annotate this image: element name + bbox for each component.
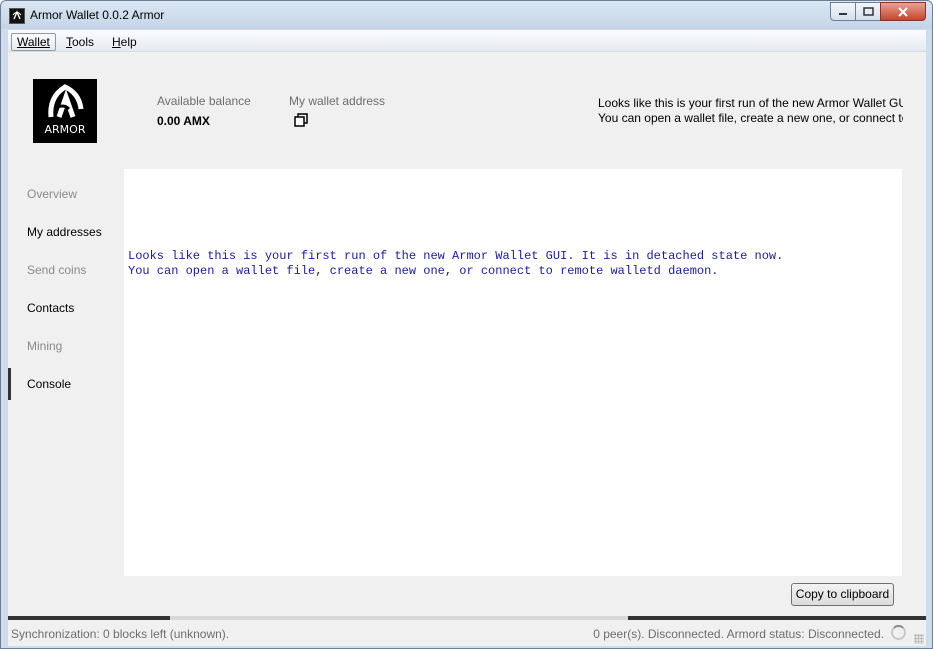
sidebar-item-overview[interactable]: Overview xyxy=(27,187,77,201)
armor-logo-icon xyxy=(9,8,25,24)
sidebar-selection-indicator xyxy=(8,368,11,400)
console-output[interactable]: Looks like this is your first run of the… xyxy=(124,169,902,576)
menu-bar: Wallet Tools Help xyxy=(8,30,926,52)
main-window-client: Wallet Tools Help ARMOR Available balanc… xyxy=(8,30,926,646)
loading-spinner-icon xyxy=(891,625,906,640)
armor-logo: ARMOR xyxy=(33,79,97,143)
wallet-address-label: My wallet address xyxy=(289,94,386,108)
title-bar[interactable]: Armor Wallet 0.0.2 Armor xyxy=(1,1,932,29)
close-icon xyxy=(898,6,908,17)
network-status: 0 peer(s). Disconnected. Armord status: … xyxy=(593,627,884,641)
balance-label: Available balance xyxy=(157,94,251,108)
menu-tools[interactable]: Tools xyxy=(60,33,100,51)
menu-wallet-label: Wallet xyxy=(17,35,50,49)
sync-status: Synchronization: 0 blocks left (unknown)… xyxy=(11,627,230,641)
copy-icon[interactable] xyxy=(294,113,308,127)
minimize-icon xyxy=(839,12,847,15)
copy-to-clipboard-button[interactable]: Copy to clipboard xyxy=(791,583,894,606)
window-title: Armor Wallet 0.0.2 Armor xyxy=(30,8,165,22)
notice-line-2: You can open a wallet file, create a new… xyxy=(598,111,903,125)
caption-buttons xyxy=(830,2,926,21)
notice-line-1: Looks like this is your first run of the… xyxy=(598,96,903,110)
menu-help-rest: elp xyxy=(120,35,137,49)
status-bar: Synchronization: 0 blocks left (unknown)… xyxy=(8,622,926,646)
balance-value: 0.00 AMX xyxy=(157,114,210,128)
minimize-button[interactable] xyxy=(830,2,856,21)
resize-grip-icon[interactable] xyxy=(914,634,924,644)
sidebar-item-contacts[interactable]: Contacts xyxy=(27,301,74,315)
sync-progress-fill xyxy=(8,616,170,620)
sidebar-item-my-addresses[interactable]: My addresses xyxy=(27,225,102,239)
menu-wallet[interactable]: Wallet xyxy=(11,33,56,51)
sidebar-item-mining[interactable]: Mining xyxy=(27,339,62,353)
network-progress-fill xyxy=(628,616,926,620)
menu-help[interactable]: Help xyxy=(106,33,143,51)
maximize-button[interactable] xyxy=(855,2,881,21)
console-line-2: You can open a wallet file, create a new… xyxy=(128,264,719,278)
menu-help-accel: H xyxy=(112,35,121,49)
close-button[interactable] xyxy=(880,2,926,21)
maximize-icon xyxy=(862,7,874,16)
menu-tools-rest: ools xyxy=(72,35,95,49)
armor-logo-mark-icon xyxy=(48,84,84,118)
sidebar-item-send-coins[interactable]: Send coins xyxy=(27,263,86,277)
logo-wordmark: ARMOR xyxy=(44,123,86,136)
sync-progress-bar xyxy=(8,616,926,620)
console-line-1: Looks like this is your first run of the… xyxy=(128,249,784,263)
app-window: Armor Wallet 0.0.2 Armor Wallet Tools He… xyxy=(0,0,933,649)
first-run-notice: Looks like this is your first run of the… xyxy=(598,96,903,126)
sidebar-item-console[interactable]: Console xyxy=(27,377,71,391)
